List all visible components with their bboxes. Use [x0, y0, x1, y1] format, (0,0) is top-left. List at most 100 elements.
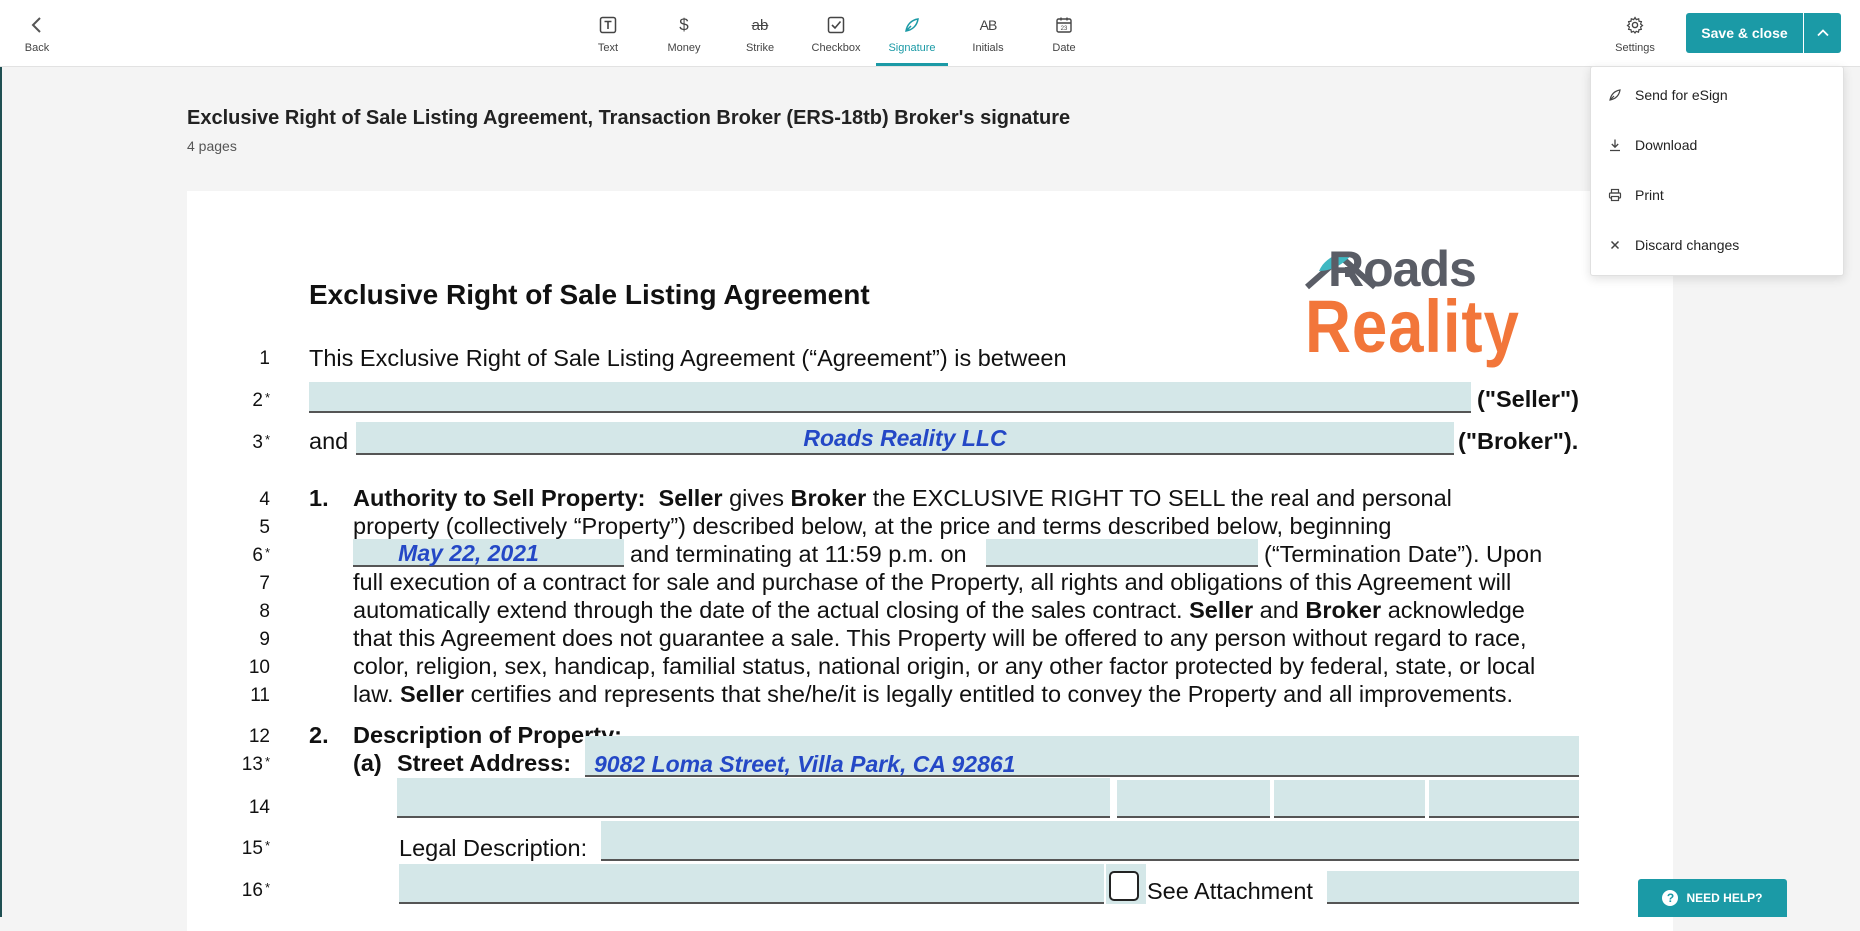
tool-initials[interactable]: AB Initials: [970, 0, 1006, 66]
strikethrough-icon: ab: [751, 16, 769, 34]
menu-item-send-for-esign[interactable]: Send for eSign: [1591, 75, 1843, 115]
line-number: 15 *: [241, 838, 270, 859]
line-9-text: that this Agreement does not guarantee a…: [353, 625, 1527, 651]
line-number: 12: [248, 726, 270, 747]
line-number: 14: [248, 797, 270, 818]
pen-nib-icon: [1605, 88, 1625, 102]
broker-name-value: Roads Reality LLC: [803, 425, 1007, 451]
logo-text-reality: Reality: [1305, 285, 1520, 368]
tool-strike-label: Strike: [745, 42, 775, 54]
tool-date-label: Date: [1052, 42, 1076, 54]
settings-label: Settings: [1615, 42, 1655, 54]
line-6-end-text: (“Termination Date”). Upon: [1264, 541, 1543, 567]
tool-strike[interactable]: ab Strike: [741, 0, 779, 66]
text-icon: [596, 13, 620, 37]
street-address-label: Street Address:: [397, 750, 572, 776]
settings-button[interactable]: Settings: [1613, 0, 1657, 66]
download-icon: [1605, 138, 1625, 152]
tool-signature-label: Signature: [888, 42, 936, 54]
line-number: 16 *: [241, 880, 270, 901]
section-2-number: 2.: [309, 722, 329, 748]
pen-nib-icon: [900, 13, 924, 37]
subsection-a-label: (a): [353, 750, 382, 776]
menu-item-download[interactable]: Download: [1591, 125, 1843, 165]
need-help-label: NEED HELP?: [1686, 891, 1763, 905]
printer-icon: [1605, 188, 1625, 202]
tool-initials-label: Initials: [972, 42, 1004, 54]
document-title: Exclusive Right of Sale Listing Agreemen…: [187, 107, 1071, 129]
county-field[interactable]: [1429, 780, 1579, 818]
line-number: 1: [259, 348, 270, 369]
seller-name-field[interactable]: [309, 382, 1471, 413]
tool-checkbox-label: Checkbox: [811, 42, 861, 54]
legal-description-continued-field[interactable]: [399, 864, 1104, 904]
city-field[interactable]: [397, 778, 1110, 818]
attachment-reference-field[interactable]: [1327, 871, 1579, 904]
line-10-text: color, religion, sex, handicap, familial…: [353, 653, 1536, 679]
save-and-close-button[interactable]: Save & close: [1686, 13, 1803, 53]
left-edge-bar: [0, 66, 2, 917]
street-address-value: 9082 Loma Street, Villa Park, CA 92861: [594, 751, 1016, 777]
line-number: 3 *: [252, 432, 270, 453]
start-date-value: May 22, 2021: [398, 540, 539, 566]
tool-checkbox[interactable]: Checkbox: [810, 0, 862, 66]
line-5-text: property (collectively “Property”) descr…: [353, 513, 1392, 539]
checkbox-icon: [824, 13, 848, 37]
agreement-heading: Exclusive Right of Sale Listing Agreemen…: [309, 279, 870, 310]
calendar-icon: 23: [1052, 13, 1076, 37]
back-button[interactable]: Back: [20, 0, 54, 66]
menu-item-print[interactable]: Print: [1591, 175, 1843, 215]
tool-signature[interactable]: Signature: [876, 0, 948, 66]
broker-label: ("Broker").: [1458, 428, 1579, 454]
line-7-text: full execution of a contract for sale an…: [353, 569, 1512, 595]
gear-icon: [1623, 13, 1647, 37]
section-2-title: Description of Property:: [353, 722, 622, 748]
line-number: 9: [259, 629, 270, 650]
page-count: 4 pages: [187, 138, 237, 154]
see-attachment-label: See Attachment: [1147, 878, 1313, 904]
tool-date[interactable]: 23 Date: [1049, 0, 1079, 66]
line-number: 6 *: [252, 545, 270, 566]
line-4-text: Authority to Sell Property: Seller gives…: [353, 485, 1452, 511]
line-6-mid-text: and terminating at 11:59 p.m. on: [630, 541, 967, 567]
menu-item-discard-changes[interactable]: Discard changes: [1591, 225, 1843, 265]
line-number: 7: [259, 573, 270, 594]
line-number: 13 *: [241, 754, 270, 775]
save-options-menu: Send for eSign Download Print Discard ch…: [1590, 66, 1844, 276]
question-icon: ?: [1662, 890, 1679, 906]
line-number: 4: [259, 489, 270, 510]
menu-item-label: Print: [1635, 187, 1664, 203]
section-1-number: 1.: [309, 485, 329, 511]
tool-text-label: Text: [597, 42, 619, 54]
legal-description-field[interactable]: [601, 821, 1579, 861]
line-11-text: law. Seller certifies and represents tha…: [353, 681, 1513, 707]
menu-item-label: Send for eSign: [1635, 87, 1728, 103]
tool-text[interactable]: Text: [589, 0, 627, 66]
save-options-toggle[interactable]: [1804, 13, 1841, 53]
svg-text:23: 23: [1061, 26, 1068, 32]
state-field[interactable]: [1117, 780, 1270, 818]
back-label: Back: [24, 42, 50, 54]
menu-item-label: Download: [1635, 137, 1698, 153]
tool-money-label: Money: [667, 42, 701, 54]
line-1-text: This Exclusive Right of Sale Listing Agr…: [309, 345, 1067, 371]
line-number: 8: [259, 601, 270, 622]
line-number: 2 *: [252, 390, 270, 411]
line-number: 10: [248, 657, 270, 678]
menu-item-label: Discard changes: [1635, 237, 1740, 253]
and-text: and: [309, 428, 349, 454]
legal-description-label: Legal Description:: [399, 835, 588, 861]
dollar-icon: $: [679, 15, 689, 34]
zip-field[interactable]: [1274, 780, 1425, 818]
chevron-up-icon: [1816, 29, 1829, 37]
line-8-text: automatically extend through the date of…: [353, 597, 1525, 623]
line-number: 11: [250, 685, 270, 706]
editor-toolbar: Back Text $ Money ab Strike Checkbox Sig…: [0, 0, 1860, 67]
chevron-left-icon: [25, 13, 49, 37]
see-attachment-checkbox[interactable]: [1109, 871, 1139, 901]
termination-date-field[interactable]: [986, 539, 1258, 567]
tool-money[interactable]: $ Money: [663, 0, 705, 66]
close-icon: [1605, 239, 1625, 251]
need-help-button[interactable]: ? NEED HELP?: [1638, 879, 1787, 917]
seller-label: ("Seller"): [1477, 386, 1579, 412]
